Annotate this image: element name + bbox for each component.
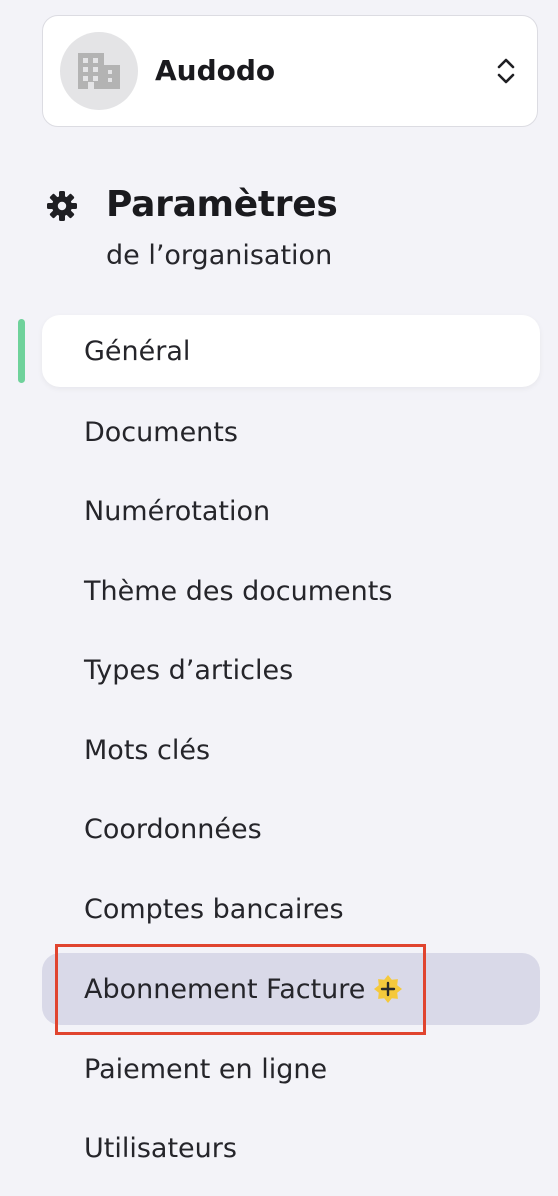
nav-item-label: Comptes bancaires bbox=[84, 893, 344, 925]
nav-item-label: Paiement en ligne bbox=[84, 1053, 328, 1085]
nav-item-numerotation[interactable]: Numérotation bbox=[42, 475, 540, 547]
nav-item-theme-documents[interactable]: Thème des documents bbox=[42, 555, 540, 627]
chevron-up-down-icon bbox=[497, 58, 515, 84]
nav-item-label: Mots clés bbox=[84, 734, 211, 766]
nav-item-general[interactable]: Général bbox=[42, 315, 540, 387]
nav-item-label: Utilisateurs bbox=[84, 1132, 237, 1164]
nav-item-label: Coordonnées bbox=[84, 813, 262, 845]
gear-icon bbox=[47, 191, 77, 221]
page-title: Paramètres bbox=[106, 184, 338, 225]
nav-item-mots-cles[interactable]: Mots clés bbox=[42, 714, 540, 786]
plus-badge-icon bbox=[374, 975, 403, 1003]
nav-item-abonnement-facture[interactable]: Abonnement Facture bbox=[42, 953, 540, 1025]
nav-item-utilisateurs[interactable]: Utilisateurs bbox=[42, 1112, 540, 1184]
nav-item-documents[interactable]: Documents bbox=[42, 396, 540, 468]
settings-navigation: Général Documents Numérotation Thème des… bbox=[0, 0, 558, 1196]
nav-item-label: Général bbox=[84, 335, 191, 367]
page-subtitle: de l’organisation bbox=[106, 240, 333, 271]
nav-item-comptes-bancaires[interactable]: Comptes bancaires bbox=[42, 873, 540, 945]
nav-item-paiement-en-ligne[interactable]: Paiement en ligne bbox=[42, 1033, 540, 1105]
active-indicator bbox=[18, 319, 25, 383]
nav-item-label: Abonnement Facture bbox=[84, 973, 366, 1005]
nav-item-coordonnees[interactable]: Coordonnées bbox=[42, 793, 540, 865]
nav-item-label: Thème des documents bbox=[84, 575, 393, 607]
nav-item-label: Types d’articles bbox=[84, 654, 294, 686]
building-icon bbox=[60, 32, 138, 110]
nav-item-types-articles[interactable]: Types d’articles bbox=[42, 634, 540, 706]
organization-name: Audodo bbox=[155, 54, 276, 87]
organization-switcher[interactable]: Audodo bbox=[42, 15, 538, 127]
nav-item-label: Numérotation bbox=[84, 495, 271, 527]
nav-item-label: Documents bbox=[84, 416, 238, 448]
